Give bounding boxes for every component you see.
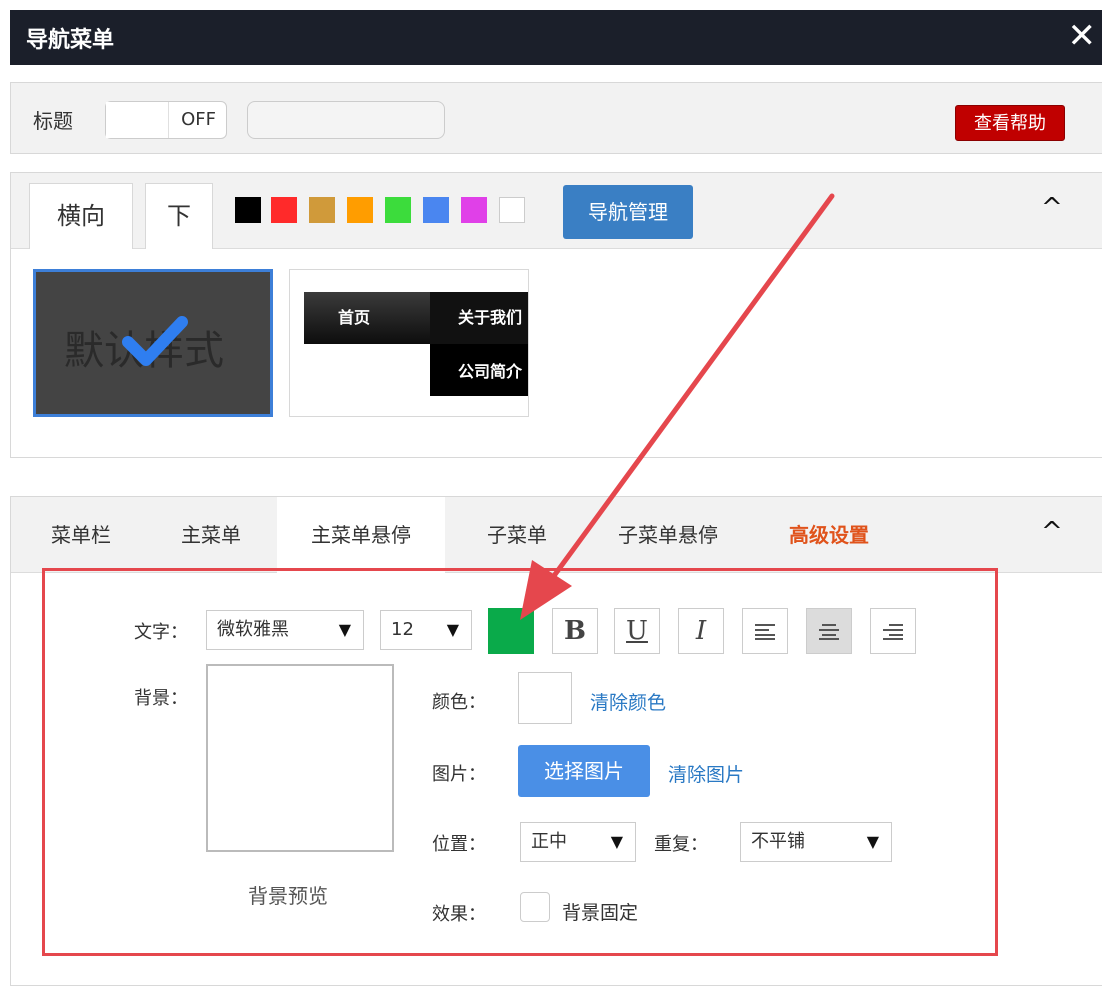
collapse-icon[interactable]: ^ (1041, 517, 1063, 547)
title-label: 标题 (33, 109, 73, 133)
help-button[interactable]: 查看帮助 (955, 105, 1065, 141)
tab-main-menu[interactable]: 主菜单 (161, 497, 261, 573)
nav-manage-button[interactable]: 导航管理 (563, 185, 693, 239)
tab-horizontal[interactable]: 横向 (29, 183, 133, 249)
align-center-icon (819, 624, 839, 640)
preview-nav-home: 首页 (304, 292, 430, 344)
tab-menubar[interactable]: 菜单栏 (31, 497, 131, 573)
tab-dropdown[interactable]: 下 (145, 183, 213, 249)
window-titlebar: 导航菜单 ✕ (10, 10, 1102, 65)
background-preview (206, 664, 394, 852)
background-label: 背景： (134, 688, 188, 709)
align-right-button[interactable] (870, 608, 916, 654)
text-label: 文字： (134, 622, 188, 643)
preview-nav-about: 关于我们 (430, 292, 528, 344)
dropdown-arrow-icon: ▼ (338, 620, 351, 639)
italic-button[interactable]: I (678, 608, 724, 654)
underline-button[interactable]: U (614, 608, 660, 654)
font-family-value: 微软雅黑 (217, 619, 289, 640)
dropdown-arrow-icon: ▼ (610, 832, 623, 851)
toggle-knob (106, 102, 169, 138)
title-toggle[interactable]: OFF (105, 101, 227, 139)
toggle-state-text: OFF (181, 109, 216, 130)
preview-profile-label: 公司简介 (458, 362, 523, 381)
title-input[interactable] (247, 101, 445, 139)
clear-image-link[interactable]: 清除图片 (668, 760, 744, 787)
preview-about-label: 关于我们 (458, 308, 523, 327)
window-title: 导航菜单 (26, 28, 115, 53)
dropdown-arrow-icon: ▼ (446, 620, 459, 639)
fixed-background-label: 背景固定 (562, 902, 639, 924)
repeat-select[interactable]: 不平铺 ▼ (740, 822, 892, 862)
collapse-icon[interactable]: ^ (1041, 193, 1063, 223)
swatch-green[interactable] (385, 197, 411, 223)
font-size-select[interactable]: 12 ▼ (380, 610, 472, 650)
clear-color-link[interactable]: 清除颜色 (590, 688, 666, 715)
swatch-black[interactable] (235, 197, 261, 223)
background-preview-label: 背景预览 (248, 884, 328, 908)
color-label: 颜色： (432, 692, 486, 713)
font-size-value: 12 (391, 619, 414, 640)
repeat-value: 不平铺 (751, 831, 805, 852)
image-label: 图片： (432, 764, 486, 785)
style-preview-card[interactable]: 首页 关于我们 公司简介 (289, 269, 529, 417)
dropdown-arrow-icon: ▼ (866, 832, 879, 851)
style-panel: 横向 下 导航管理 ^ 默认样式 首页 关于我们 公司简介 (10, 172, 1102, 458)
settings-tabs: 菜单栏 主菜单 主菜单悬停 子菜单 子菜单悬停 高级设置 ^ (11, 497, 1102, 573)
close-icon[interactable]: ✕ (1068, 16, 1097, 56)
preview-home-label: 首页 (338, 308, 371, 327)
background-color-picker[interactable] (518, 672, 572, 724)
position-label: 位置： (432, 834, 486, 855)
align-left-icon (755, 624, 775, 640)
preview-nav-profile: 公司简介 (430, 344, 528, 396)
swatch-orange[interactable] (347, 197, 373, 223)
position-value: 正中 (531, 831, 567, 852)
repeat-label: 重复： (654, 834, 708, 855)
tab-submenu-hover[interactable]: 子菜单悬停 (593, 497, 743, 573)
text-color-swatch[interactable] (488, 608, 534, 654)
tab-advanced[interactable]: 高级设置 (769, 497, 889, 573)
swatch-magenta[interactable] (461, 197, 487, 223)
bold-button[interactable]: B (552, 608, 598, 654)
font-family-select[interactable]: 微软雅黑 ▼ (206, 610, 364, 650)
swatch-blue[interactable] (423, 197, 449, 223)
align-right-icon (883, 624, 903, 640)
title-setting-row: 标题 OFF 查看帮助 (10, 82, 1102, 154)
swatch-white[interactable] (499, 197, 525, 223)
swatch-brown[interactable] (309, 197, 335, 223)
select-image-button[interactable]: 选择图片 (518, 745, 650, 797)
tab-main-menu-hover[interactable]: 主菜单悬停 (277, 497, 445, 573)
swatch-red[interactable] (271, 197, 297, 223)
style-panel-header: 横向 下 导航管理 ^ (11, 173, 1102, 249)
align-center-button[interactable] (806, 608, 852, 654)
align-left-button[interactable] (742, 608, 788, 654)
tab-submenu[interactable]: 子菜单 (467, 497, 567, 573)
default-style-card[interactable]: 默认样式 (33, 269, 273, 417)
position-select[interactable]: 正中 ▼ (520, 822, 636, 862)
effect-label: 效果： (432, 904, 486, 925)
checkmark-icon (122, 316, 188, 366)
fixed-background-checkbox[interactable] (520, 892, 550, 922)
